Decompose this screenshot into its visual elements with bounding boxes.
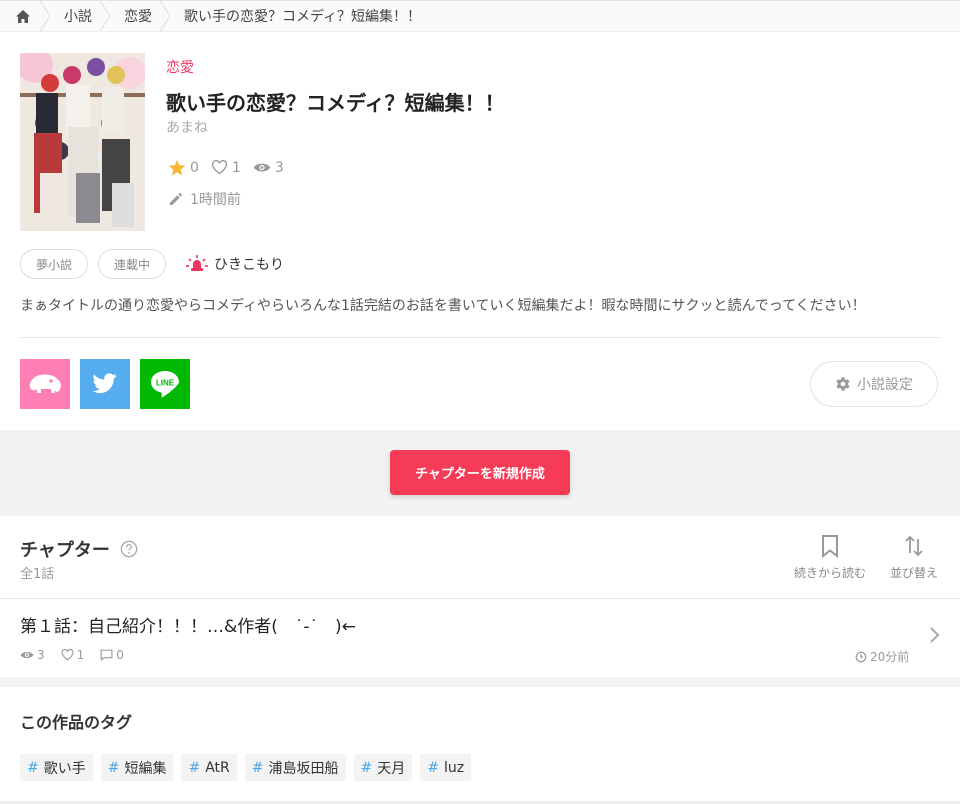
elephant-icon: [29, 374, 61, 393]
heart-icon: [211, 160, 227, 175]
svg-text:LINE: LINE: [156, 379, 175, 388]
share-uranai-button[interactable]: [20, 359, 70, 409]
chapter-time: 20分前: [855, 648, 909, 665]
novel-title: 歌い手の恋愛？コメディ？短編集！！: [166, 91, 505, 115]
section-spacer: [0, 677, 960, 687]
heart-icon: [61, 649, 74, 661]
breadcrumb-home[interactable]: [0, 1, 51, 31]
chapters-title: チャプター: [20, 536, 138, 562]
line-icon: LINE: [151, 371, 179, 398]
tag-item[interactable]: # 天月: [353, 754, 413, 781]
new-chapter-section: チャプターを新規作成: [0, 430, 960, 516]
chapters-header: チャプター 全1話 続きから読む 並び替え: [0, 516, 960, 598]
continue-reading-button[interactable]: 続きから読む: [794, 534, 866, 581]
chapter-title: 第１話：自己紹介！！！…&作者( ˙-˙ )←: [20, 617, 356, 637]
lightbulb-icon: [186, 255, 209, 271]
pencil-icon: [170, 193, 182, 205]
chapter-comments: 0: [100, 648, 124, 662]
chapter-count: 全1話: [20, 567, 55, 582]
breadcrumb: 小説 恋愛 歌い手の恋愛？コメディ？短編集！！: [0, 0, 960, 32]
tag-item[interactable]: # luz: [420, 754, 472, 781]
views-stat: 3: [253, 160, 284, 176]
sort-icon: [905, 535, 923, 557]
breadcrumb-item-romance[interactable]: 恋愛: [106, 1, 171, 31]
badges: 夢小説 連載中 ひきこもり: [20, 249, 284, 279]
chapter-likes: 1: [61, 648, 84, 662]
stars-stat: 0: [168, 159, 199, 176]
share-twitter-button[interactable]: [80, 359, 130, 409]
clock-icon: [855, 651, 867, 662]
eye-icon: [253, 163, 271, 172]
tag-item[interactable]: # AtR: [181, 754, 237, 781]
updated-time: 1時間前: [168, 189, 241, 209]
help-icon[interactable]: [120, 540, 138, 558]
eye-icon: [20, 651, 34, 659]
tags-section: この作品のタグ # 歌い手 # 短編集 # AtR # 浦島坂田船 # 天月 # luz: [0, 687, 960, 804]
twitter-icon: [92, 373, 117, 394]
novel-settings-button[interactable]: 小説設定: [810, 361, 938, 407]
home-icon: [16, 9, 30, 23]
novel-stats: 0 1 3: [168, 159, 290, 176]
bookmark-icon: [822, 535, 838, 558]
novel-header: 恋愛 歌い手の恋愛？コメディ？短編集！！ あまね 0 1 3 1時間前 夢小説 …: [0, 33, 960, 433]
star-icon: [168, 159, 186, 176]
chapter-stats: 3 1 0: [20, 648, 124, 662]
status-indicator: ひきこもり: [186, 254, 284, 274]
cover-image[interactable]: [20, 53, 145, 231]
tag-item[interactable]: # 歌い手: [20, 754, 93, 781]
comment-icon: [100, 649, 113, 661]
badge-serializing: 連載中: [98, 249, 167, 279]
share-line-button[interactable]: LINE: [140, 359, 190, 409]
tag-list: # 歌い手 # 短編集 # AtR # 浦島坂田船 # 天月 # luz: [20, 754, 472, 781]
sort-button[interactable]: 並び替え: [890, 534, 938, 581]
share-buttons: LINE: [20, 359, 190, 409]
new-chapter-button[interactable]: チャプターを新規作成: [390, 450, 570, 495]
breadcrumb-item-novel[interactable]: 小説: [46, 1, 111, 31]
tags-title: この作品のタグ: [20, 713, 133, 732]
tag-item[interactable]: # 浦島坂田船: [244, 754, 346, 781]
likes-stat: 1: [211, 160, 241, 176]
chapter-row[interactable]: 第１話：自己紹介！！！…&作者( ˙-˙ )← 3 1 0 20分前: [0, 599, 960, 677]
genre-label[interactable]: 恋愛: [166, 57, 194, 77]
author-name[interactable]: あまね: [166, 117, 208, 137]
badge-dream-novel: 夢小説: [20, 249, 89, 279]
novel-description: まぁタイトルの通り恋愛やらコメディやらいろんな1話完結のお話を書いていく短編集だ…: [20, 298, 866, 314]
breadcrumb-current: 歌い手の恋愛？コメディ？短編集！！: [184, 9, 422, 25]
tag-item[interactable]: # 短編集: [100, 754, 174, 781]
chapter-views: 3: [20, 648, 45, 662]
divider: [20, 337, 940, 338]
chevron-right-icon: [930, 627, 940, 643]
gear-icon: [836, 377, 850, 391]
